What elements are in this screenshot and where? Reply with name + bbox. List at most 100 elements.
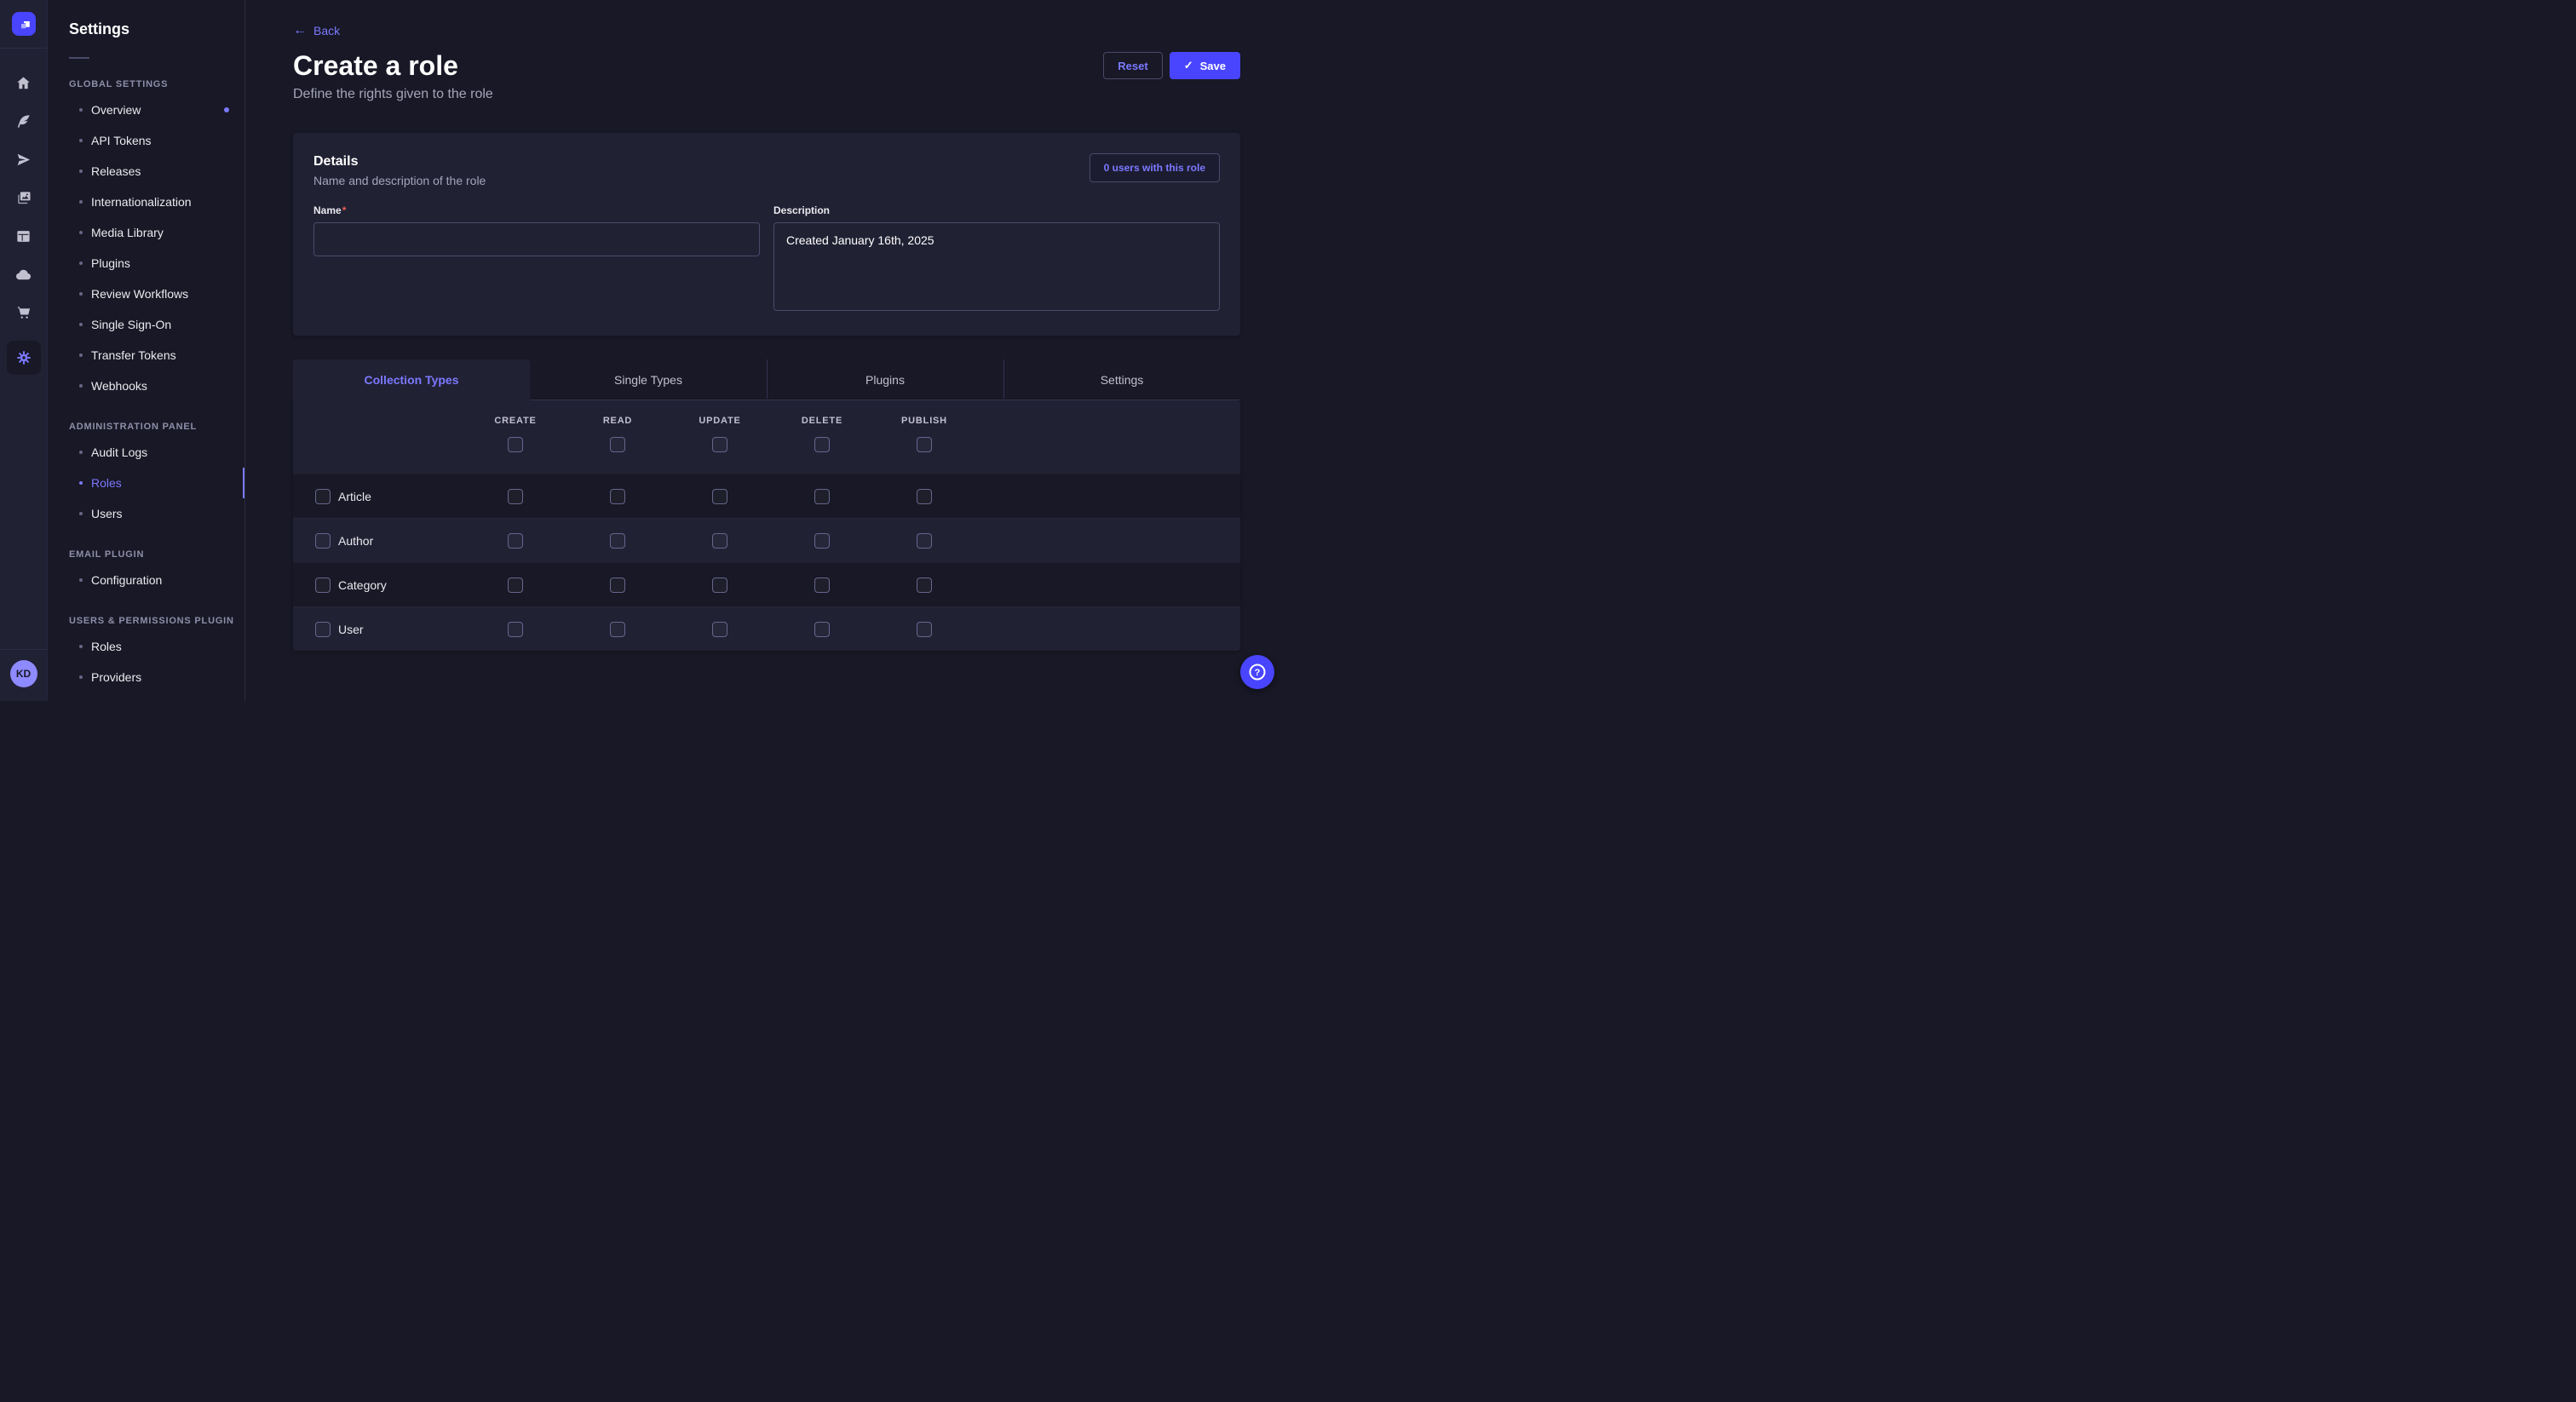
permission-checkbox[interactable] [712,489,727,504]
permission-column: DELETE [771,416,873,452]
permission-checkbox[interactable] [814,622,830,637]
tab-settings[interactable]: Settings [1003,359,1240,400]
permission-cell [566,489,669,504]
permission-cell [464,622,566,637]
bullet-icon [79,231,83,234]
row-select-checkbox[interactable] [315,533,331,549]
releases-icon[interactable] [7,149,41,170]
permission-checkbox[interactable] [610,489,625,504]
permissions-tab-label: Collection Types [365,373,459,387]
strapi-logo[interactable] [12,12,36,36]
description-textarea[interactable]: Created January 16th, 2025 [773,222,1220,311]
permission-checkbox[interactable] [610,533,625,549]
description-label: Description [773,204,1220,217]
home-icon[interactable] [7,72,41,93]
subnav-item-overview[interactable]: Overview [48,95,244,125]
permission-checkbox[interactable] [917,577,932,593]
permission-checkbox[interactable] [917,489,932,504]
content-type-builder-icon[interactable] [7,226,41,246]
back-arrow-icon: ← [293,24,307,37]
tab-single-types[interactable]: Single Types [530,359,767,400]
permission-checkbox[interactable] [610,577,625,593]
subnav-item-label: Review Workflows [91,287,188,301]
subnav-item-plugins[interactable]: Plugins [48,248,244,279]
permission-checkbox[interactable] [508,622,523,637]
back-link[interactable]: ← Back [293,24,340,37]
permission-checkbox[interactable] [917,533,932,549]
permissions-tab-label: Settings [1101,373,1144,387]
help-button[interactable]: ? [1240,655,1274,689]
subnav-item-internationalization[interactable]: Internationalization [48,187,244,217]
select-all-checkbox[interactable] [712,437,727,452]
name-label: Name* [313,204,760,217]
permission-checkbox[interactable] [814,489,830,504]
reset-button[interactable]: Reset [1103,52,1162,79]
subnav-item-webhooks[interactable]: Webhooks [48,371,244,401]
permission-cell [566,577,669,593]
content-manager-icon[interactable] [7,111,41,131]
subnav-item-media-library[interactable]: Media Library [48,217,244,248]
table-row-author: Author [293,518,1240,562]
subnav-item-users[interactable]: Users [48,498,244,529]
permission-checkbox[interactable] [508,577,523,593]
permission-checkbox[interactable] [917,622,932,637]
permission-cell [464,577,566,593]
bullet-icon [79,200,83,204]
permission-cell [669,622,771,637]
select-all-checkbox[interactable] [508,437,523,452]
permissions-tab-label: Single Types [614,373,682,387]
details-title: Details [313,153,486,170]
reset-button-label: Reset [1118,60,1147,72]
row-select-checkbox[interactable] [315,622,331,637]
subnav-item-releases[interactable]: Releases [48,156,244,187]
select-all-checkbox[interactable] [917,437,932,452]
row-label: Category [338,578,387,592]
permission-checkbox[interactable] [712,577,727,593]
subnav-section: ADMINISTRATION PANEL Audit Logs Roles Us… [48,422,244,529]
permission-cell [873,622,975,637]
bullet-icon [79,108,83,112]
permission-checkbox[interactable] [508,489,523,504]
tab-plugins[interactable]: Plugins [767,359,1003,400]
permission-checkbox[interactable] [508,533,523,549]
subnav-item-roles[interactable]: Roles [48,631,244,662]
select-all-checkbox[interactable] [814,437,830,452]
media-library-icon[interactable] [7,187,41,208]
tab-collection-types[interactable]: Collection Types [293,359,530,400]
subnav-item-api-tokens[interactable]: API Tokens [48,125,244,156]
subnav-item-providers[interactable]: Providers [48,662,244,692]
subnav-item-transfer-tokens[interactable]: Transfer Tokens [48,340,244,371]
save-button[interactable]: ✓ Save [1170,52,1240,79]
marketplace-icon[interactable] [7,302,41,323]
subnav-section-items: Overview API Tokens Releases Internation… [48,95,244,401]
permission-cell [669,533,771,549]
name-input[interactable] [313,222,760,256]
settings-icon[interactable] [7,341,41,375]
subnav-section-items: Audit Logs Roles Users [48,437,244,529]
permission-checkbox[interactable] [814,533,830,549]
permissions-tab-label: Plugins [865,373,905,387]
bullet-icon [79,292,83,296]
permission-checkbox[interactable] [610,622,625,637]
subnav-item-single-sign-on[interactable]: Single Sign-On [48,309,244,340]
subnav-item-configuration[interactable]: Configuration [48,565,244,595]
users-with-role-button[interactable]: 0 users with this role [1090,153,1220,182]
subnav-item-review-workflows[interactable]: Review Workflows [48,279,244,309]
row-select-checkbox[interactable] [315,489,331,504]
row-select-checkbox[interactable] [315,577,331,593]
permission-cell [873,533,975,549]
permission-cell [771,577,873,593]
select-all-checkbox[interactable] [610,437,625,452]
permissions-tabs: Collection Types Single Types Plugins Se… [293,359,1240,400]
subnav-item-label: Overview [91,103,141,117]
subnav-item-audit-logs[interactable]: Audit Logs [48,437,244,468]
subnav-item-roles[interactable]: Roles [48,468,244,498]
subnav-section-label: GLOBAL SETTINGS [69,79,244,89]
permission-checkbox[interactable] [712,533,727,549]
check-icon: ✓ [1184,59,1193,72]
deploy-cloud-icon[interactable] [7,264,41,284]
avatar[interactable]: KD [10,660,37,687]
row-label: Author [338,534,373,548]
permission-checkbox[interactable] [814,577,830,593]
permission-checkbox[interactable] [712,622,727,637]
